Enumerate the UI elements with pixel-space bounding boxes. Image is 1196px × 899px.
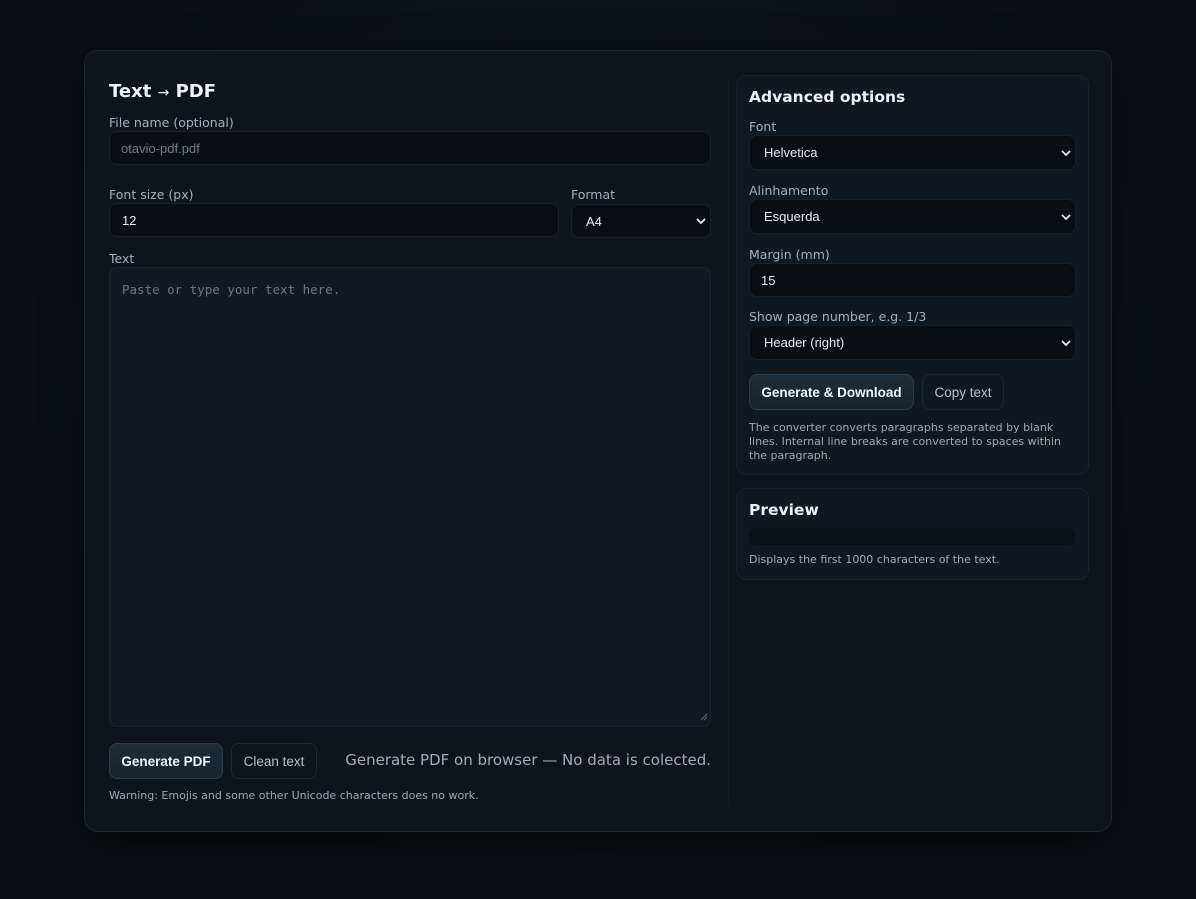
clean-text-button[interactable]: Clean text xyxy=(231,743,317,779)
page-number-select[interactable]: Header (right) xyxy=(749,325,1076,360)
preview-note: Displays the first 1000 characters of th… xyxy=(749,553,1000,566)
format-selected: A4 xyxy=(586,213,602,229)
page-title: Text → PDF xyxy=(109,81,216,102)
format-select[interactable]: A4 xyxy=(571,204,711,238)
unicode-warning: Warning: Emojis and some other Unicode c… xyxy=(109,789,479,802)
preview-title: Preview xyxy=(749,501,819,519)
title-target: PDF xyxy=(175,81,217,102)
text-label: Text xyxy=(109,251,135,266)
font-label: Font xyxy=(749,119,777,134)
chevron-down-icon xyxy=(1061,210,1071,224)
title-main: Text xyxy=(109,81,152,102)
generate-pdf-button[interactable]: Generate PDF xyxy=(109,743,223,779)
chevron-down-icon xyxy=(1061,146,1071,160)
font-size-input[interactable]: 12 xyxy=(109,203,559,237)
converter-note: The converter converts paragraphs separa… xyxy=(749,421,1061,462)
converter-card: Text → PDF File name (optional) otavio-p… xyxy=(84,50,1112,832)
preview-box xyxy=(749,528,1075,545)
font-select[interactable]: Helvetica xyxy=(749,135,1076,170)
arrow-icon: → xyxy=(157,85,170,101)
filename-input[interactable]: otavio-pdf.pdf xyxy=(109,131,711,165)
margin-label: Margin (mm) xyxy=(749,247,830,262)
chevron-down-icon xyxy=(696,214,706,228)
copy-text-button[interactable]: Copy text xyxy=(922,374,1004,410)
alignment-select[interactable]: Esquerda xyxy=(749,199,1076,234)
preview-panel: Preview Displays the first 1000 characte… xyxy=(736,488,1089,580)
page-number-selected: Header (right) xyxy=(764,335,845,350)
column-divider xyxy=(728,77,729,805)
font-selected: Helvetica xyxy=(764,145,818,160)
filename-label: File name (optional) xyxy=(109,115,234,130)
generate-download-button[interactable]: Generate & Download xyxy=(749,374,914,410)
advanced-options-panel: Advanced options Font Helvetica Alinhame… xyxy=(736,75,1089,475)
chevron-down-icon xyxy=(1061,336,1071,350)
page-number-label: Show page number, e.g. 1/3 xyxy=(749,309,927,324)
format-label: Format xyxy=(571,187,616,202)
resize-grip-icon[interactable] xyxy=(700,713,708,724)
alignment-selected: Esquerda xyxy=(764,209,820,224)
advanced-title: Advanced options xyxy=(749,88,906,106)
text-area[interactable]: Paste or type your text here. xyxy=(109,267,711,727)
text-placeholder: Paste or type your text here. xyxy=(122,282,341,297)
font-size-label: Font size (px) xyxy=(109,187,194,202)
margin-input[interactable]: 15 xyxy=(749,263,1076,297)
privacy-info: Generate PDF on browser — No data is col… xyxy=(345,751,711,769)
alignment-label: Alinhamento xyxy=(749,183,829,198)
